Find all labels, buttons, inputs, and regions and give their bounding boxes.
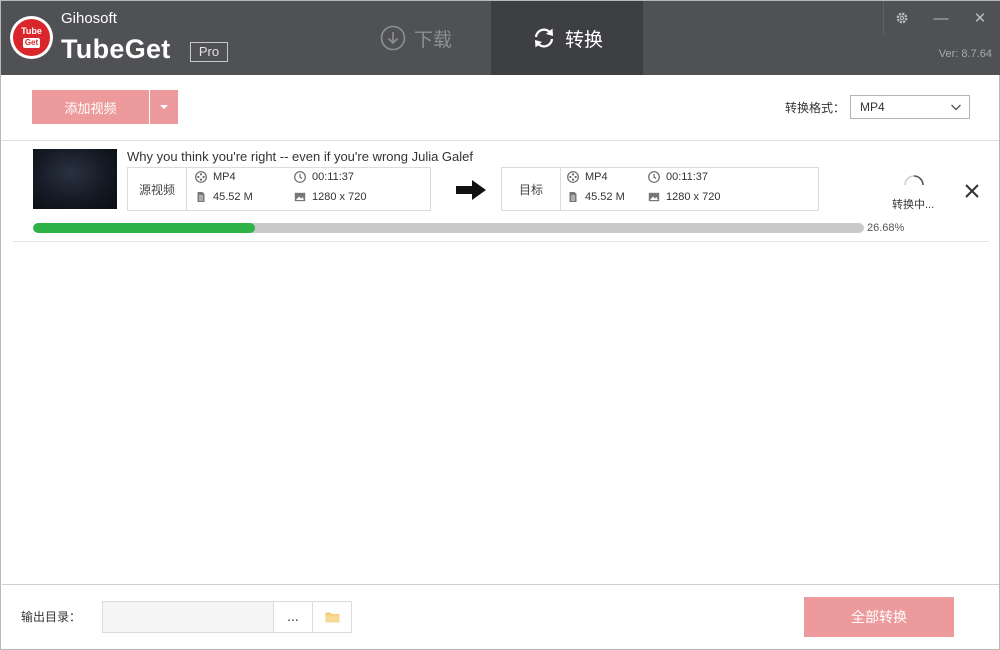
spinner-icon: [904, 175, 924, 186]
tab-download[interactable]: 下载: [341, 1, 491, 75]
settings-button[interactable]: [883, 1, 919, 35]
source-tag: 源视频: [128, 168, 187, 210]
output-path-field[interactable]: [102, 601, 273, 633]
app-name: TubeGet: [61, 34, 171, 64]
source-duration: 00:11:37: [294, 171, 354, 183]
convert-all-button[interactable]: 全部转换: [804, 597, 954, 637]
output-dir-label: 输出目录：: [21, 610, 82, 624]
add-video-dropdown[interactable]: [150, 90, 178, 124]
open-folder-button[interactable]: [312, 601, 352, 633]
convert-icon: [534, 28, 554, 48]
arrow-right-icon: [456, 180, 486, 200]
app-logo: Tube Get: [10, 16, 53, 59]
clock-icon: [294, 171, 306, 183]
gear-icon: [896, 12, 907, 24]
video-thumbnail: [33, 149, 117, 209]
chevron-down-icon: [160, 105, 168, 109]
minimize-button[interactable]: —: [923, 1, 959, 35]
source-info: 源视频 MP4 00:11:37 45.52 M 1280 x 720: [127, 167, 431, 211]
app-window: Tube Get Gihosoft TubeGet Pro 下载 转换 — ✕ …: [0, 0, 1000, 650]
image-icon: [294, 192, 306, 202]
target-size: 45.52 M: [567, 191, 625, 203]
company-name: Gihosoft: [61, 10, 117, 27]
target-format: MP4: [567, 171, 608, 183]
target-info: 目标 MP4 00:11:37 45.52 M 1280 x 720: [501, 167, 819, 211]
folder-icon: [325, 612, 339, 623]
title-bar: Tube Get Gihosoft TubeGet Pro 下载 转换 — ✕ …: [1, 1, 1000, 75]
target-tag: 目标: [502, 168, 561, 210]
file-icon: [197, 192, 205, 202]
progress-bar: [33, 223, 864, 233]
task-status: 转换中...: [892, 199, 935, 211]
film-reel-icon: [567, 171, 579, 183]
target-resolution: 1280 x 720: [648, 191, 720, 203]
source-size: 45.52 M: [195, 191, 253, 203]
tab-convert[interactable]: 转换: [491, 1, 643, 75]
source-format: MP4: [195, 171, 236, 183]
edition-badge: Pro: [190, 42, 228, 62]
source-resolution: 1280 x 720: [294, 191, 366, 203]
row-divider: [13, 241, 989, 242]
image-icon: [648, 192, 660, 202]
browse-button[interactable]: ...: [273, 601, 313, 633]
format-value: MP4: [860, 100, 885, 114]
add-video-button[interactable]: 添加视频: [32, 90, 149, 124]
tab-convert-label: 转换: [564, 29, 603, 51]
format-select[interactable]: MP4: [850, 95, 970, 119]
chevron-down-icon: [951, 104, 961, 111]
remove-task-icon[interactable]: [962, 181, 982, 201]
tab-download-label: 下载: [413, 29, 452, 51]
progress-percent: 26.68%: [867, 222, 905, 234]
footer-divider: [2, 584, 999, 585]
file-icon: [569, 192, 577, 202]
film-reel-icon: [195, 171, 207, 183]
video-title: Why you think you're right -- even if yo…: [127, 149, 474, 164]
download-icon: [380, 25, 406, 51]
progress-fill: [33, 223, 255, 233]
format-label: 转换格式：: [785, 101, 846, 115]
close-button[interactable]: ✕: [961, 1, 999, 35]
version-label: Ver: 8.7.64: [938, 48, 992, 60]
divider: [2, 140, 999, 141]
target-duration: 00:11:37: [648, 171, 708, 183]
clock-icon: [648, 171, 660, 183]
